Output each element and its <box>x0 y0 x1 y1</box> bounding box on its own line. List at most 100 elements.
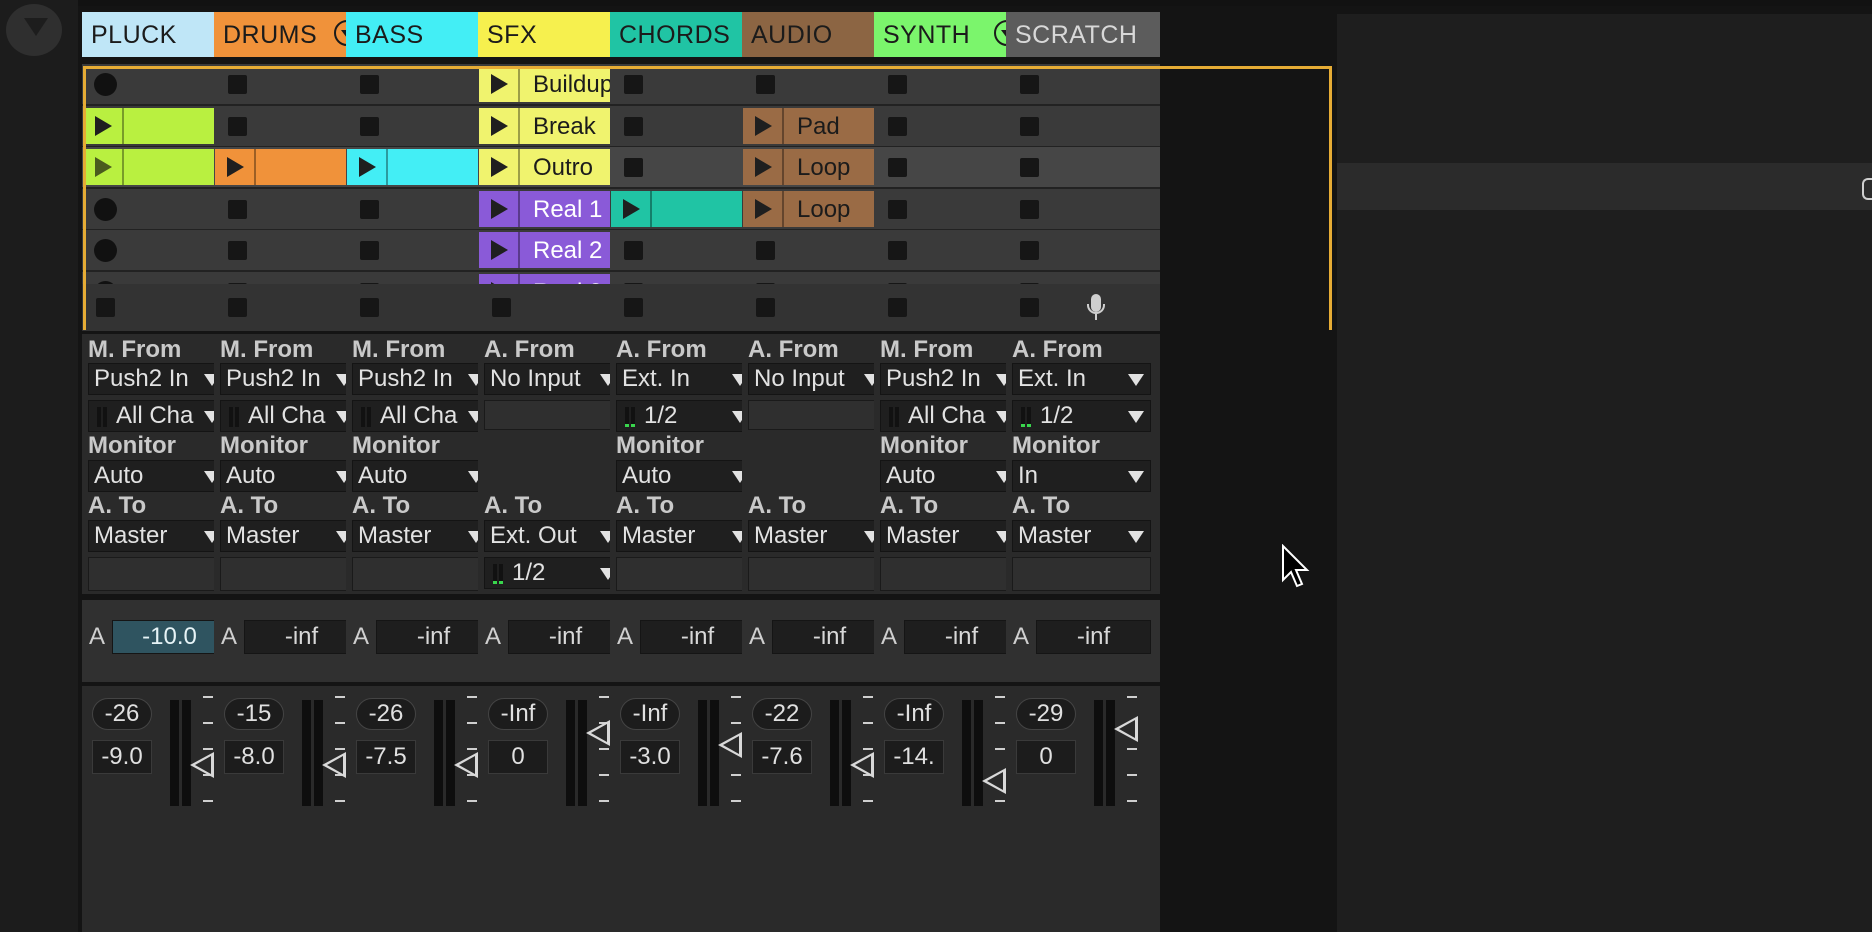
stop-button-icon[interactable] <box>228 116 247 136</box>
monitor-dropdown[interactable]: In <box>1012 460 1151 492</box>
volume-fader-handle[interactable] <box>1114 716 1138 742</box>
volume-fader-handle[interactable] <box>190 752 214 778</box>
stop-button-icon[interactable] <box>624 241 643 260</box>
track-stop-button-icon[interactable] <box>228 298 247 317</box>
input-type-dropdown[interactable]: Push2 In <box>352 363 491 395</box>
volume-fader-handle[interactable] <box>850 752 874 778</box>
clip-slot[interactable] <box>346 105 500 146</box>
send-a-value[interactable]: -inf <box>904 620 1019 654</box>
send-a-value[interactable]: -inf <box>244 620 359 654</box>
stop-button-icon[interactable] <box>888 199 907 219</box>
clip-slot[interactable] <box>874 64 1028 104</box>
monitor-dropdown[interactable]: Auto <box>880 460 1019 492</box>
clip-slot[interactable] <box>874 105 1028 146</box>
track-stop-button-icon[interactable] <box>756 298 775 317</box>
output-dropdown[interactable]: Master <box>748 520 887 552</box>
peak-level[interactable]: -22 <box>752 698 812 730</box>
output-dropdown[interactable]: Ext. Out <box>484 520 623 552</box>
output-dropdown[interactable]: Master <box>1012 520 1151 552</box>
clip-slot[interactable]: Loop <box>742 188 896 229</box>
stop-button-icon[interactable] <box>360 75 379 94</box>
monitor-dropdown[interactable]: Auto <box>616 460 755 492</box>
clip-launch-button[interactable] <box>479 190 520 227</box>
volume-fader-handle[interactable] <box>454 752 478 778</box>
stop-button-icon[interactable] <box>228 75 247 94</box>
stop-button-icon[interactable] <box>1020 241 1039 260</box>
track-header[interactable]: PLUCK <box>82 12 236 57</box>
clip-launch-button[interactable] <box>215 149 256 185</box>
send-a-value[interactable]: -inf <box>508 620 623 654</box>
clip-launch-button[interactable] <box>479 107 520 144</box>
input-type-dropdown[interactable]: Push2 In <box>880 363 1019 395</box>
volume-fader-handle[interactable] <box>322 752 346 778</box>
clip[interactable] <box>83 107 235 144</box>
clip[interactable]: Real 1 <box>479 190 631 227</box>
clip-slot[interactable] <box>214 105 368 146</box>
input-type-dropdown[interactable]: No Input <box>748 363 887 395</box>
clip-slot[interactable] <box>82 147 236 187</box>
clip[interactable] <box>611 190 763 227</box>
input-channel-dropdown[interactable]: All Cha <box>88 400 227 432</box>
stop-button-icon[interactable] <box>888 116 907 136</box>
volume-value[interactable]: -8.0 <box>224 740 284 774</box>
stop-button-icon[interactable] <box>360 241 379 260</box>
clip-launch-button[interactable] <box>611 190 652 227</box>
clip-slot[interactable] <box>214 230 368 270</box>
volume-fader-handle[interactable] <box>982 768 1006 794</box>
output-dropdown[interactable]: Master <box>220 520 359 552</box>
stop-button-icon[interactable] <box>888 158 907 177</box>
stop-button-icon[interactable] <box>1020 75 1039 94</box>
clip[interactable]: Outro <box>479 149 631 185</box>
volume-value[interactable]: -14. <box>884 740 944 774</box>
clip-slot[interactable] <box>1006 188 1160 229</box>
clip-slot[interactable] <box>610 188 764 229</box>
input-type-dropdown[interactable]: Push2 In <box>88 363 227 395</box>
output-dropdown[interactable]: Master <box>352 520 491 552</box>
send-a-value[interactable]: -inf <box>1036 620 1151 654</box>
clip-slot[interactable] <box>1006 64 1160 104</box>
stop-button-icon[interactable] <box>888 241 907 260</box>
clip[interactable]: Buildup <box>479 66 631 102</box>
clip[interactable]: Loop <box>743 149 895 185</box>
track-header[interactable]: AUDIO <box>742 12 896 57</box>
output-dropdown[interactable]: Master <box>880 520 1019 552</box>
clip[interactable]: Break <box>479 107 631 144</box>
clip[interactable] <box>83 149 235 185</box>
clip-slot[interactable] <box>1006 147 1160 187</box>
clip-slot[interactable]: Break <box>478 105 632 146</box>
stop-button-icon[interactable] <box>624 116 643 136</box>
clip-slot[interactable]: Outro <box>478 147 632 187</box>
peak-level[interactable]: -Inf <box>884 698 944 730</box>
stop-button-icon[interactable] <box>228 199 247 219</box>
track-stop-button-icon[interactable] <box>1020 298 1039 317</box>
clip-slot[interactable] <box>214 64 368 104</box>
volume-fader-handle[interactable] <box>718 732 742 758</box>
clip-launch-button[interactable] <box>479 66 520 102</box>
clip[interactable] <box>347 149 499 185</box>
clip-launch-button[interactable] <box>743 149 784 185</box>
clip-launch-button[interactable] <box>479 232 520 268</box>
clip-launch-button[interactable] <box>743 190 784 227</box>
clip-slot[interactable] <box>610 64 764 104</box>
clip-slot[interactable]: Pad <box>742 105 896 146</box>
stop-button-icon[interactable] <box>888 75 907 94</box>
input-type-dropdown[interactable]: No Input <box>484 363 623 395</box>
peak-level[interactable]: -Inf <box>620 698 680 730</box>
clip-slot[interactable] <box>874 230 1028 270</box>
track-header[interactable]: BASS <box>346 12 500 57</box>
peak-level[interactable]: -15 <box>224 698 284 730</box>
clip-slot[interactable] <box>610 147 764 187</box>
volume-value[interactable]: -7.5 <box>356 740 416 774</box>
clip[interactable]: Pad <box>743 107 895 144</box>
clip-slot[interactable]: Buildup <box>478 64 632 104</box>
track-stop-button-icon[interactable] <box>360 298 379 317</box>
clip-launch-button[interactable] <box>743 107 784 144</box>
peak-level[interactable]: -26 <box>92 698 152 730</box>
clip-slot[interactable] <box>346 230 500 270</box>
clip[interactable] <box>215 149 367 185</box>
stop-button-icon[interactable] <box>1020 116 1039 136</box>
clip-slot[interactable] <box>82 105 236 146</box>
record-button-icon[interactable] <box>94 73 117 96</box>
clip-slot[interactable] <box>214 188 368 229</box>
clip-slot[interactable] <box>82 64 236 104</box>
